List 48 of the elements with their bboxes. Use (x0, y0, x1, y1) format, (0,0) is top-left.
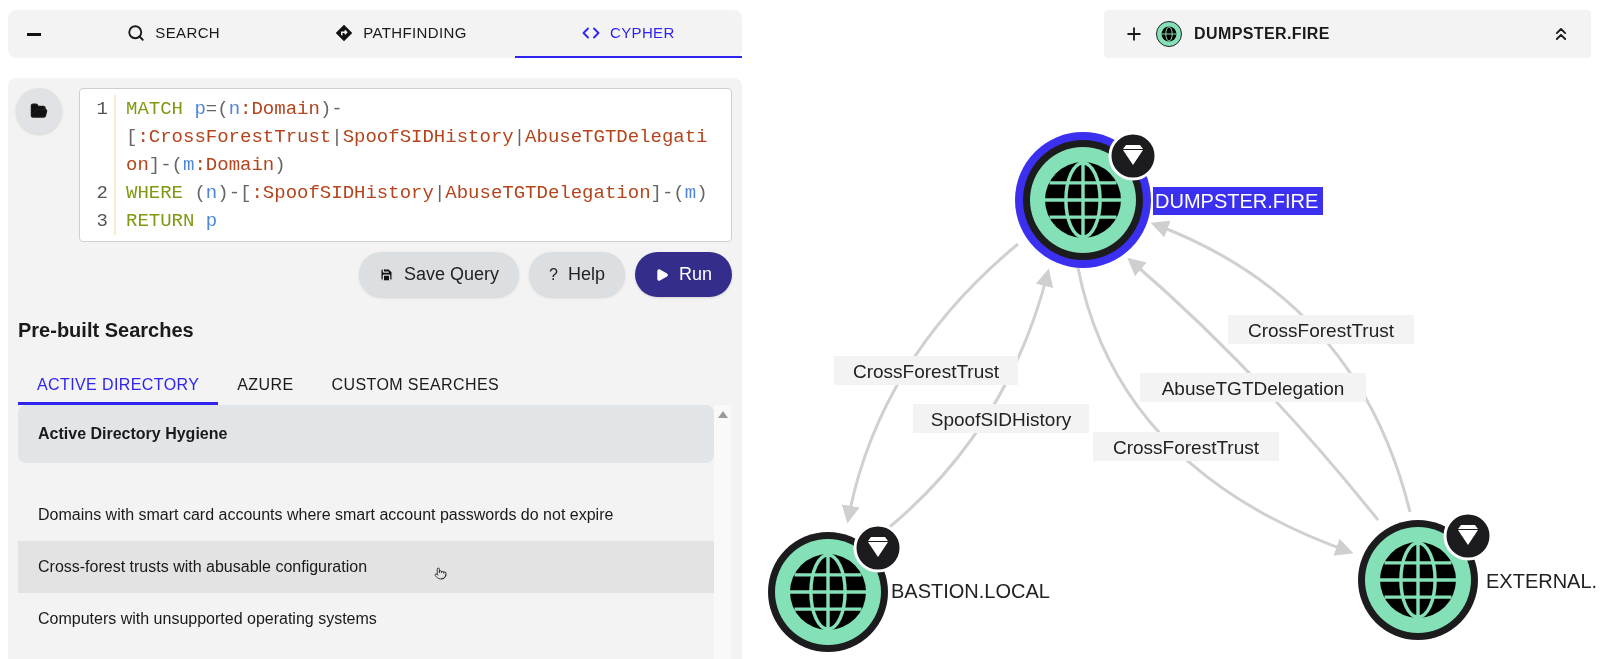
search-item[interactable]: Computers with unsupported operating systems (18, 593, 714, 645)
domain-node[interactable] (1358, 520, 1478, 640)
play-icon (654, 267, 669, 282)
run-button[interactable]: Run (634, 252, 732, 297)
search-item[interactable]: Domains with smart card accounts where smart account passwords do not expire (18, 489, 714, 541)
help-button[interactable]: ? Help (529, 252, 625, 297)
section-title: Pre-built Searches (18, 318, 195, 343)
domain-node[interactable] (768, 532, 888, 652)
code-line: WHERE (n)-[:SpoofSIDHistory|AbuseTGTDelegation]-(m) (125, 181, 708, 206)
line-number: 2 (96, 182, 108, 204)
minus-icon (27, 32, 41, 36)
gem-badge-icon (1443, 511, 1493, 561)
edge-label: AbuseTGTDelegation (1140, 373, 1366, 402)
diamond-turn-icon (335, 24, 354, 42)
tab[interactable]: PATHFINDING (287, 10, 515, 58)
tab[interactable]: CYPHER (514, 10, 742, 58)
globe-icon (1156, 21, 1182, 47)
code-line: on]-(m:Domain) (125, 153, 286, 178)
scroll-up-icon (717, 411, 728, 418)
code-line: RETURN p (125, 209, 218, 234)
group-header: Active Directory Hygiene (18, 405, 714, 463)
open-folder-button[interactable] (16, 88, 62, 134)
code-editor[interactable]: 1 MATCH p=(n:Domain)- [:CrossForestTrust|SpoofSIDHistory|AbuseTGTDelegati on]-(m:Domain) 2 WHERE (n)-[:SpoofSIDHistory|AbuseTGTDelegation]-(m) 3 RETURN p (79, 88, 732, 242)
node-label: BASTION.LOCAL (891, 580, 1050, 602)
plus-icon[interactable] (1124, 24, 1144, 44)
tab[interactable]: SEARCH (60, 10, 288, 58)
edge-label: CrossForestTrust (1093, 432, 1279, 461)
edge-label: SpoofSIDHistory (913, 404, 1089, 433)
node-title: DUMPSTER.FIRE (1194, 24, 1330, 44)
edge-label: CrossForestTrust (1228, 315, 1414, 344)
gem-badge-icon (1108, 131, 1158, 181)
node-label: EXTERNAL. (1486, 570, 1598, 592)
code-line: [:CrossForestTrust|SpoofSIDHistory|AbuseTGTDelegati (125, 125, 708, 150)
save-query-button[interactable]: Save Query (359, 252, 520, 297)
folder-icon (30, 102, 48, 120)
line-number: 3 (96, 210, 108, 232)
node-label: DUMPSTER.FIRE (1153, 187, 1323, 215)
hand-cursor-icon (434, 567, 447, 580)
search-icon (127, 24, 146, 42)
edge-label: CrossForestTrust (834, 356, 1018, 385)
tab[interactable]: AZURE (218, 367, 313, 405)
search-item[interactable]: Cross-forest trusts with abusable configuration (18, 541, 714, 593)
code-line: MATCH p=(n:Domain)- (125, 97, 343, 122)
tab[interactable]: CUSTOM SEARCHES (312, 367, 519, 405)
scrollbar[interactable] (714, 405, 731, 659)
gem-badge-icon (853, 523, 903, 573)
line-number: 1 (96, 98, 108, 120)
save-icon (379, 267, 394, 282)
